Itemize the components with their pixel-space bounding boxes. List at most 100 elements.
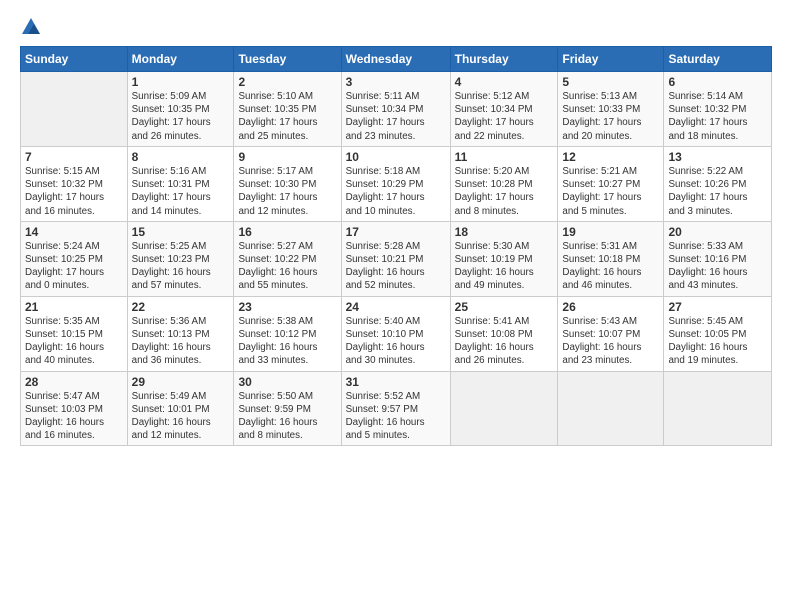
day-number: 13 bbox=[668, 150, 767, 164]
day-info: Sunrise: 5:14 AM Sunset: 10:32 PM Daylig… bbox=[668, 90, 767, 143]
day-number: 12 bbox=[562, 150, 659, 164]
day-number: 3 bbox=[346, 75, 446, 89]
day-info: Sunrise: 5:36 AM Sunset: 10:13 PM Daylig… bbox=[132, 315, 230, 368]
calendar-cell: 13Sunrise: 5:22 AM Sunset: 10:26 PM Dayl… bbox=[664, 146, 772, 221]
day-info: Sunrise: 5:13 AM Sunset: 10:33 PM Daylig… bbox=[562, 90, 659, 143]
day-number: 10 bbox=[346, 150, 446, 164]
day-info: Sunrise: 5:28 AM Sunset: 10:21 PM Daylig… bbox=[346, 240, 446, 293]
calendar-cell: 22Sunrise: 5:36 AM Sunset: 10:13 PM Dayl… bbox=[127, 296, 234, 371]
day-info: Sunrise: 5:47 AM Sunset: 10:03 PM Daylig… bbox=[25, 390, 123, 443]
day-number: 15 bbox=[132, 225, 230, 239]
header bbox=[20, 16, 772, 38]
calendar-cell: 15Sunrise: 5:25 AM Sunset: 10:23 PM Dayl… bbox=[127, 221, 234, 296]
week-row-2: 7Sunrise: 5:15 AM Sunset: 10:32 PM Dayli… bbox=[21, 146, 772, 221]
day-number: 24 bbox=[346, 300, 446, 314]
day-number: 17 bbox=[346, 225, 446, 239]
calendar-cell: 7Sunrise: 5:15 AM Sunset: 10:32 PM Dayli… bbox=[21, 146, 128, 221]
day-number: 21 bbox=[25, 300, 123, 314]
day-info: Sunrise: 5:18 AM Sunset: 10:29 PM Daylig… bbox=[346, 165, 446, 218]
day-info: Sunrise: 5:35 AM Sunset: 10:15 PM Daylig… bbox=[25, 315, 123, 368]
day-info: Sunrise: 5:49 AM Sunset: 10:01 PM Daylig… bbox=[132, 390, 230, 443]
calendar-cell: 5Sunrise: 5:13 AM Sunset: 10:33 PM Dayli… bbox=[558, 72, 664, 147]
calendar-cell: 14Sunrise: 5:24 AM Sunset: 10:25 PM Dayl… bbox=[21, 221, 128, 296]
day-info: Sunrise: 5:20 AM Sunset: 10:28 PM Daylig… bbox=[455, 165, 554, 218]
day-info: Sunrise: 5:41 AM Sunset: 10:08 PM Daylig… bbox=[455, 315, 554, 368]
calendar-cell: 3Sunrise: 5:11 AM Sunset: 10:34 PM Dayli… bbox=[341, 72, 450, 147]
calendar-cell: 18Sunrise: 5:30 AM Sunset: 10:19 PM Dayl… bbox=[450, 221, 558, 296]
day-number: 27 bbox=[668, 300, 767, 314]
calendar-cell: 27Sunrise: 5:45 AM Sunset: 10:05 PM Dayl… bbox=[664, 296, 772, 371]
calendar-cell: 16Sunrise: 5:27 AM Sunset: 10:22 PM Dayl… bbox=[234, 221, 341, 296]
calendar-cell: 1Sunrise: 5:09 AM Sunset: 10:35 PM Dayli… bbox=[127, 72, 234, 147]
day-info: Sunrise: 5:22 AM Sunset: 10:26 PM Daylig… bbox=[668, 165, 767, 218]
week-row-4: 21Sunrise: 5:35 AM Sunset: 10:15 PM Dayl… bbox=[21, 296, 772, 371]
day-number: 14 bbox=[25, 225, 123, 239]
calendar-cell bbox=[450, 371, 558, 446]
calendar-cell: 17Sunrise: 5:28 AM Sunset: 10:21 PM Dayl… bbox=[341, 221, 450, 296]
calendar-cell: 4Sunrise: 5:12 AM Sunset: 10:34 PM Dayli… bbox=[450, 72, 558, 147]
day-number: 16 bbox=[238, 225, 336, 239]
calendar-cell: 29Sunrise: 5:49 AM Sunset: 10:01 PM Dayl… bbox=[127, 371, 234, 446]
calendar-cell: 2Sunrise: 5:10 AM Sunset: 10:35 PM Dayli… bbox=[234, 72, 341, 147]
calendar-cell: 26Sunrise: 5:43 AM Sunset: 10:07 PM Dayl… bbox=[558, 296, 664, 371]
day-number: 8 bbox=[132, 150, 230, 164]
day-info: Sunrise: 5:31 AM Sunset: 10:18 PM Daylig… bbox=[562, 240, 659, 293]
day-info: Sunrise: 5:17 AM Sunset: 10:30 PM Daylig… bbox=[238, 165, 336, 218]
day-info: Sunrise: 5:21 AM Sunset: 10:27 PM Daylig… bbox=[562, 165, 659, 218]
calendar-cell: 12Sunrise: 5:21 AM Sunset: 10:27 PM Dayl… bbox=[558, 146, 664, 221]
day-info: Sunrise: 5:27 AM Sunset: 10:22 PM Daylig… bbox=[238, 240, 336, 293]
calendar-cell: 24Sunrise: 5:40 AM Sunset: 10:10 PM Dayl… bbox=[341, 296, 450, 371]
calendar-cell: 31Sunrise: 5:52 AM Sunset: 9:57 PM Dayli… bbox=[341, 371, 450, 446]
calendar-cell: 23Sunrise: 5:38 AM Sunset: 10:12 PM Dayl… bbox=[234, 296, 341, 371]
logo-icon bbox=[20, 16, 42, 38]
calendar-cell: 8Sunrise: 5:16 AM Sunset: 10:31 PM Dayli… bbox=[127, 146, 234, 221]
calendar-cell: 6Sunrise: 5:14 AM Sunset: 10:32 PM Dayli… bbox=[664, 72, 772, 147]
day-number: 2 bbox=[238, 75, 336, 89]
calendar-cell: 25Sunrise: 5:41 AM Sunset: 10:08 PM Dayl… bbox=[450, 296, 558, 371]
day-number: 1 bbox=[132, 75, 230, 89]
calendar-cell: 21Sunrise: 5:35 AM Sunset: 10:15 PM Dayl… bbox=[21, 296, 128, 371]
day-info: Sunrise: 5:52 AM Sunset: 9:57 PM Dayligh… bbox=[346, 390, 446, 443]
day-header-sunday: Sunday bbox=[21, 47, 128, 72]
day-info: Sunrise: 5:30 AM Sunset: 10:19 PM Daylig… bbox=[455, 240, 554, 293]
page: SundayMondayTuesdayWednesdayThursdayFrid… bbox=[0, 0, 792, 612]
day-info: Sunrise: 5:38 AM Sunset: 10:12 PM Daylig… bbox=[238, 315, 336, 368]
calendar-cell: 9Sunrise: 5:17 AM Sunset: 10:30 PM Dayli… bbox=[234, 146, 341, 221]
week-row-1: 1Sunrise: 5:09 AM Sunset: 10:35 PM Dayli… bbox=[21, 72, 772, 147]
day-number: 30 bbox=[238, 375, 336, 389]
day-info: Sunrise: 5:09 AM Sunset: 10:35 PM Daylig… bbox=[132, 90, 230, 143]
calendar-cell bbox=[21, 72, 128, 147]
day-header-tuesday: Tuesday bbox=[234, 47, 341, 72]
day-info: Sunrise: 5:25 AM Sunset: 10:23 PM Daylig… bbox=[132, 240, 230, 293]
day-number: 22 bbox=[132, 300, 230, 314]
calendar-cell: 28Sunrise: 5:47 AM Sunset: 10:03 PM Dayl… bbox=[21, 371, 128, 446]
week-row-3: 14Sunrise: 5:24 AM Sunset: 10:25 PM Dayl… bbox=[21, 221, 772, 296]
day-info: Sunrise: 5:43 AM Sunset: 10:07 PM Daylig… bbox=[562, 315, 659, 368]
logo bbox=[20, 16, 46, 38]
day-number: 9 bbox=[238, 150, 336, 164]
day-number: 18 bbox=[455, 225, 554, 239]
day-number: 11 bbox=[455, 150, 554, 164]
day-info: Sunrise: 5:24 AM Sunset: 10:25 PM Daylig… bbox=[25, 240, 123, 293]
day-info: Sunrise: 5:16 AM Sunset: 10:31 PM Daylig… bbox=[132, 165, 230, 218]
day-number: 4 bbox=[455, 75, 554, 89]
day-number: 25 bbox=[455, 300, 554, 314]
day-number: 28 bbox=[25, 375, 123, 389]
day-header-saturday: Saturday bbox=[664, 47, 772, 72]
day-info: Sunrise: 5:40 AM Sunset: 10:10 PM Daylig… bbox=[346, 315, 446, 368]
calendar-cell: 30Sunrise: 5:50 AM Sunset: 9:59 PM Dayli… bbox=[234, 371, 341, 446]
day-number: 5 bbox=[562, 75, 659, 89]
day-number: 7 bbox=[25, 150, 123, 164]
calendar-cell: 20Sunrise: 5:33 AM Sunset: 10:16 PM Dayl… bbox=[664, 221, 772, 296]
calendar-cell bbox=[664, 371, 772, 446]
day-number: 19 bbox=[562, 225, 659, 239]
day-number: 31 bbox=[346, 375, 446, 389]
day-header-wednesday: Wednesday bbox=[341, 47, 450, 72]
day-header-monday: Monday bbox=[127, 47, 234, 72]
day-number: 26 bbox=[562, 300, 659, 314]
header-row: SundayMondayTuesdayWednesdayThursdayFrid… bbox=[21, 47, 772, 72]
day-info: Sunrise: 5:50 AM Sunset: 9:59 PM Dayligh… bbox=[238, 390, 336, 443]
day-info: Sunrise: 5:33 AM Sunset: 10:16 PM Daylig… bbox=[668, 240, 767, 293]
day-info: Sunrise: 5:12 AM Sunset: 10:34 PM Daylig… bbox=[455, 90, 554, 143]
day-number: 23 bbox=[238, 300, 336, 314]
